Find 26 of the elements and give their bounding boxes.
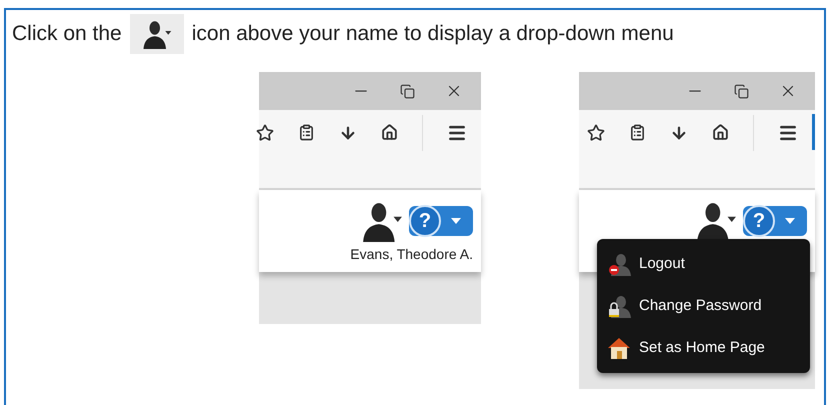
clipboard-icon[interactable] (629, 124, 646, 141)
instruction-text: icon above your name to display a drop-down menu (192, 21, 674, 48)
caret-icon (785, 218, 795, 224)
menu-item[interactable]: Set as Home Page (597, 329, 810, 367)
home-icon[interactable] (712, 124, 729, 141)
download-icon[interactable] (670, 124, 688, 142)
logout-icon (607, 252, 631, 276)
star-icon[interactable] (587, 124, 605, 142)
menu-item[interactable]: Logout (597, 245, 810, 283)
clipboard-icon[interactable] (298, 124, 315, 141)
user-icon (142, 19, 172, 49)
house-icon (607, 336, 631, 360)
home-icon[interactable] (381, 124, 398, 141)
star-icon[interactable] (256, 124, 274, 142)
help-button[interactable]: ? (409, 206, 473, 236)
scroll-indicator (812, 114, 815, 150)
restore-icon[interactable] (400, 84, 415, 98)
user-name: Evans, Theodore A. (350, 245, 473, 264)
instruction-text: Click on the (12, 21, 122, 48)
user-icon (361, 200, 403, 242)
menu-item[interactable]: Change Password (597, 287, 810, 325)
download-icon[interactable] (339, 124, 357, 142)
help-button[interactable]: ? (743, 206, 807, 236)
lock-icon (607, 294, 631, 318)
caret-icon (451, 218, 461, 224)
restore-icon[interactable] (734, 84, 749, 98)
